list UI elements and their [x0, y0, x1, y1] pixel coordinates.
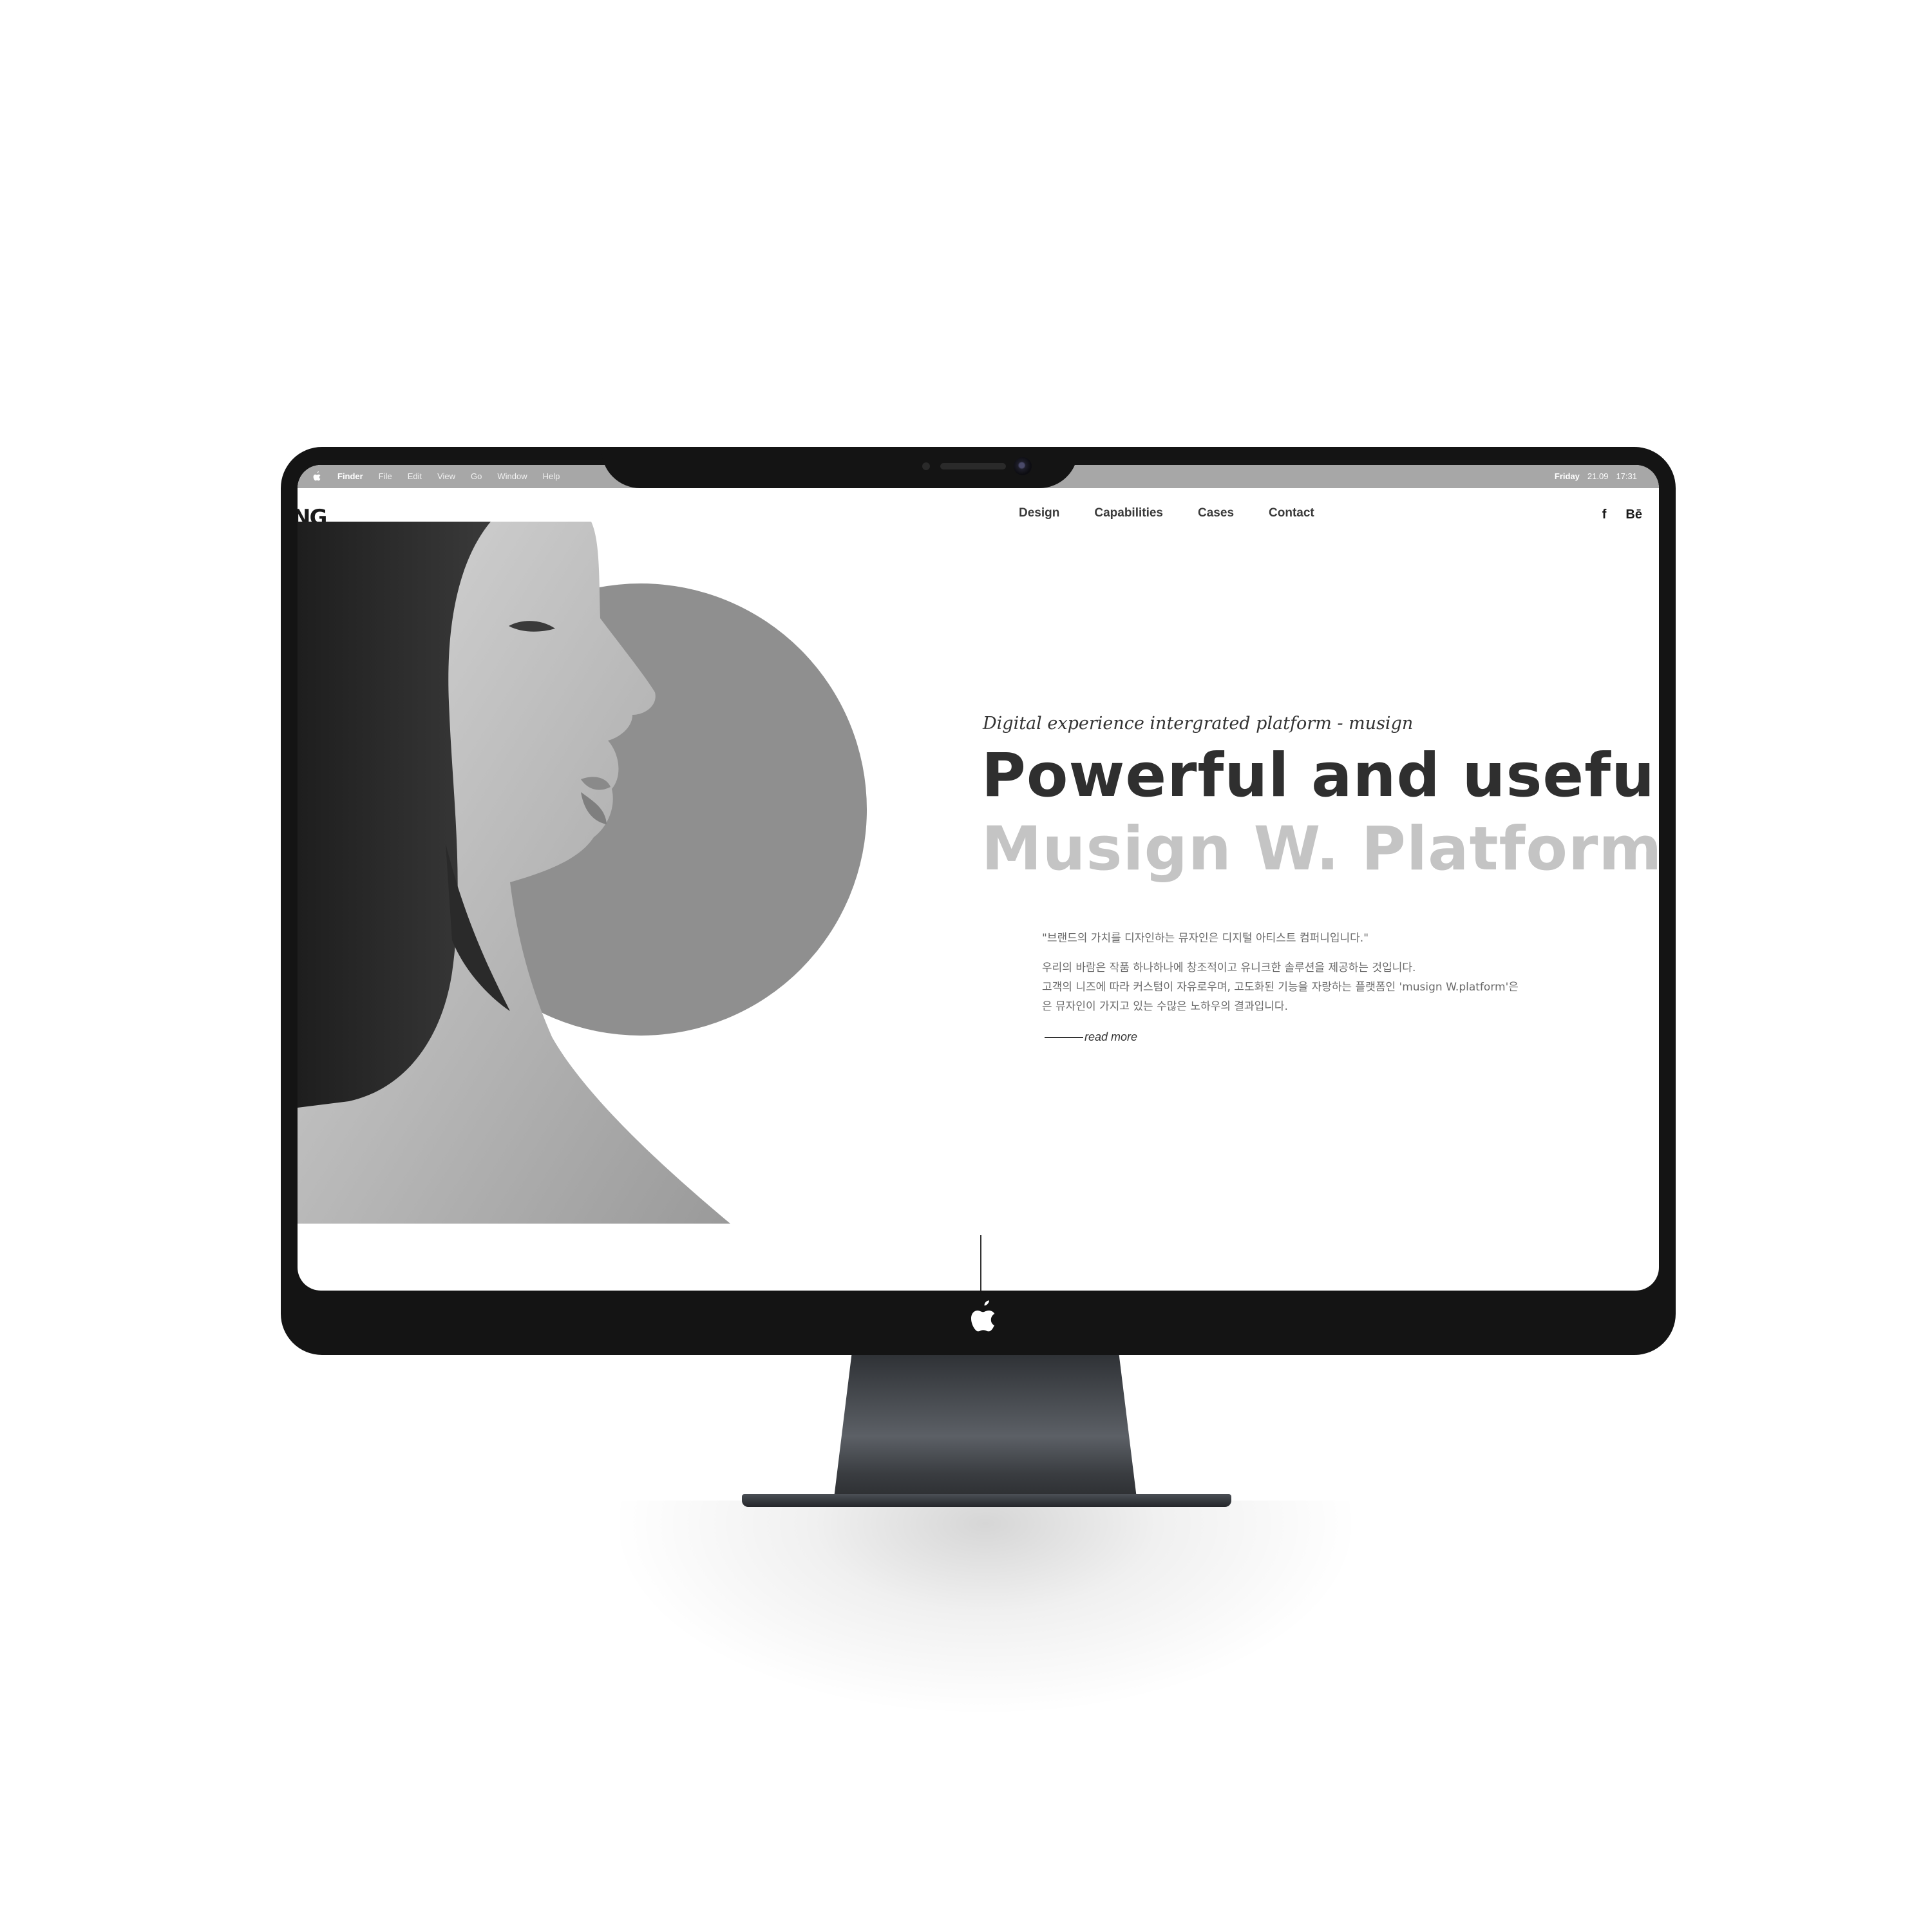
apple-logo-icon: [971, 1300, 995, 1332]
monitor: Finder File Edit View Go Window Help Fri…: [281, 447, 1676, 1355]
social-links: f Bē: [1602, 507, 1642, 522]
hero-headline: Powerful and useful: [981, 741, 1659, 811]
clock-date: 21.09: [1587, 471, 1609, 481]
stand-shadow: [580, 1501, 1391, 1732]
hero-tagline: Digital experience intergrated platform …: [983, 714, 1414, 734]
speaker-grille: [940, 463, 1006, 469]
nav-capabilities[interactable]: Capabilities: [1094, 506, 1163, 520]
menu-finder[interactable]: Finder: [337, 471, 363, 481]
hero-body: 우리의 바람은 작품 하나하나에 창조적이고 유니크한 솔루션을 제공하는 것입…: [1042, 958, 1583, 1016]
scroll-indicator: [980, 1235, 981, 1291]
hero-quote: "브랜드의 가치를 디자인하는 뮤자인은 디지털 아티스트 컴퍼니입니다.": [1042, 932, 1369, 945]
screen: Finder File Edit View Go Window Help Fri…: [298, 465, 1659, 1291]
menu-items: Finder File Edit View Go Window Help: [337, 471, 560, 481]
camera-notch: [601, 447, 1078, 488]
portrait-image: [298, 522, 730, 1224]
menu-file[interactable]: File: [379, 471, 392, 481]
facebook-icon[interactable]: f: [1602, 507, 1607, 522]
read-more-label: read more: [1084, 1030, 1138, 1043]
hero-body-line: 은 뮤자인이 가지고 있는 수많은 노하우의 결과입니다.: [1042, 1000, 1288, 1013]
behance-icon[interactable]: Bē: [1625, 507, 1642, 522]
menu-help[interactable]: Help: [543, 471, 560, 481]
menu-window[interactable]: Window: [497, 471, 527, 481]
hero-body-line: 우리의 바람은 작품 하나하나에 창조적이고 유니크한 솔루션을 제공하는 것입…: [1042, 961, 1416, 974]
sensor-dot: [922, 462, 930, 470]
monitor-stand: [833, 1355, 1137, 1503]
clock-day: Friday: [1554, 471, 1580, 481]
hero-subheadline: Musign W. Platform: [981, 814, 1659, 884]
apple-icon[interactable]: [312, 471, 322, 482]
menu-go[interactable]: Go: [471, 471, 482, 481]
nav-contact[interactable]: Contact: [1269, 506, 1314, 520]
camera-icon: [1014, 457, 1032, 475]
menu-view[interactable]: View: [437, 471, 455, 481]
read-more-link[interactable]: read more: [1045, 1030, 1137, 1044]
main-nav: Design Capabilities Cases Contact: [1019, 506, 1314, 520]
read-more-line: [1045, 1036, 1083, 1038]
menubar-clock[interactable]: Friday 21.09 17:31: [1555, 471, 1637, 481]
menu-edit[interactable]: Edit: [408, 471, 422, 481]
nav-cases[interactable]: Cases: [1198, 506, 1234, 520]
nav-design[interactable]: Design: [1019, 506, 1059, 520]
monitor-base: [742, 1494, 1231, 1507]
clock-time: 17:31: [1616, 471, 1637, 481]
hero-body-line: 고객의 니즈에 따라 커스텀이 자유로우며, 고도화된 기능을 자랑하는 플랫폼…: [1042, 981, 1519, 994]
